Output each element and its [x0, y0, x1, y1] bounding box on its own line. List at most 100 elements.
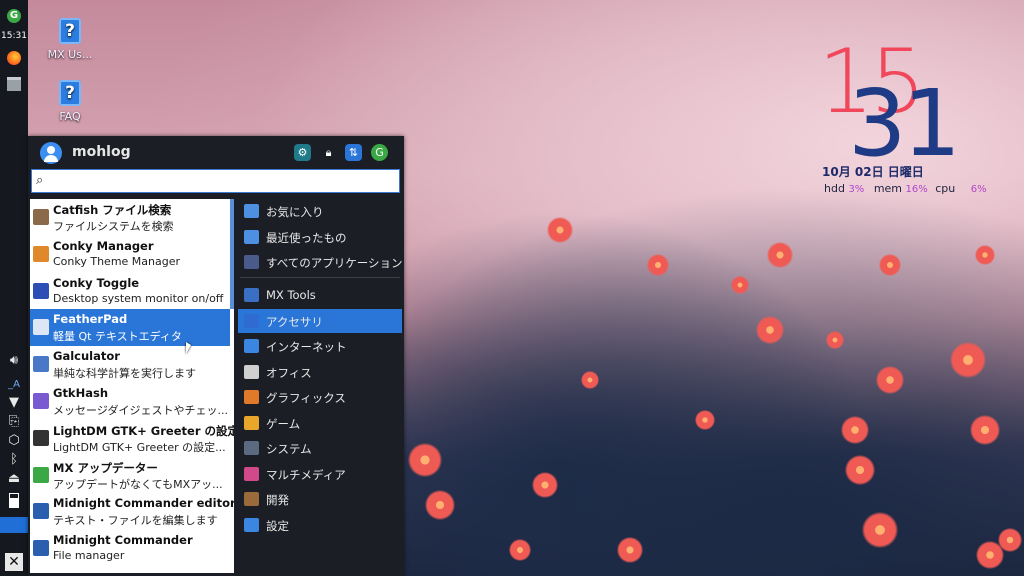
wallpaper-flower [581, 371, 599, 389]
lock-icon[interactable]: 🔒︎ [320, 144, 337, 161]
app-item[interactable]: Catfish ファイル検索 ファイルシステムを検索 [30, 199, 230, 236]
app-name: Conky Toggle [53, 275, 140, 290]
help-icon: ? [59, 80, 81, 106]
app-icon [33, 356, 49, 373]
category-item[interactable]: 開発 [238, 487, 402, 511]
settings-manager-icon[interactable]: ⚙ [294, 144, 311, 161]
battery-icon[interactable] [4, 490, 24, 510]
wallpaper-flower [841, 416, 869, 444]
category-label: マルチメディア [266, 467, 346, 482]
mouse-cursor [186, 342, 191, 354]
app-item[interactable]: Midnight Commander editor テキスト・ファイルを編集します [30, 493, 234, 530]
switch-user-icon[interactable]: ⇅ [345, 144, 362, 161]
category-label: 設定 [266, 518, 289, 533]
app-list-scrollbar[interactable] [230, 199, 234, 309]
wallpaper-flower [425, 490, 455, 520]
search-box[interactable]: ⌕ [31, 169, 400, 193]
category-label: アクセサリ [266, 314, 323, 329]
wallpaper-flower [695, 410, 715, 430]
app-item[interactable]: Midnight Commander File manager [30, 530, 230, 567]
cpu-value: 6% [970, 184, 987, 195]
category-label: MX Tools [266, 288, 316, 302]
category-icon [244, 364, 259, 379]
mx-menu-icon[interactable]: ✕ [5, 553, 23, 571]
conky-date: 10月 02日 日曜日 [822, 165, 924, 179]
clipboard-icon[interactable]: ⎘ [4, 411, 24, 431]
category-icon [244, 229, 259, 244]
wallpaper-flower [845, 455, 875, 485]
mx-update-icon[interactable]: G [4, 6, 24, 26]
app-icon [33, 245, 49, 262]
volume-icon[interactable]: 🔊︎ [4, 350, 24, 370]
user-avatar[interactable] [40, 142, 62, 164]
category-icon [244, 492, 259, 506]
category-icon [244, 339, 259, 353]
wallpaper-flower [509, 539, 531, 561]
desktop-icon-faq[interactable]: ? FAQ [40, 80, 100, 123]
application-menu: mohlog ⚙ 🔒︎ ⇅ G ⌕ Catfish ファイル検索 ファイルシステム… [28, 136, 404, 576]
app-name: Conky Manager [53, 238, 154, 253]
app-description: LightDM GTK+ Greeter の設定... [53, 440, 226, 454]
category-item[interactable]: MX Tools [238, 283, 402, 307]
desktop-icon-mx-user-manual[interactable]: ? MX Us... [40, 18, 100, 61]
app-icon [33, 466, 49, 483]
app-item[interactable]: LightDM GTK+ Greeter の設定 LightDM GTK+ Gre… [30, 420, 234, 457]
category-icon [244, 517, 259, 532]
category-item[interactable]: インターネット [238, 334, 402, 358]
app-icon [33, 429, 49, 446]
category-icon [244, 415, 259, 430]
category-item[interactable]: すべてのアプリケーション [238, 250, 403, 274]
conky-minute: 31 [848, 70, 961, 177]
bluetooth-icon[interactable]: ᛒ [4, 449, 24, 469]
category-item[interactable]: ゲーム [238, 411, 402, 435]
wallpaper-flower [647, 254, 669, 276]
category-icon [244, 288, 259, 302]
app-item[interactable]: FeatherPad 軽量 Qt テキストエディタ [30, 309, 230, 347]
wallpaper-flower [976, 541, 1004, 569]
category-item[interactable]: オフィス [238, 360, 402, 384]
category-item[interactable]: マルチメディア [238, 462, 402, 486]
category-item[interactable]: お気に入り [238, 199, 402, 223]
app-description: Conky Theme Manager [53, 254, 181, 268]
app-name: GtkHash [53, 386, 109, 400]
active-window-indicator[interactable] [0, 517, 28, 533]
app-item[interactable]: Conky Manager Conky Theme Manager [30, 236, 230, 273]
app-name: Galculator [53, 349, 120, 364]
file-manager-icon[interactable] [4, 74, 24, 94]
category-item[interactable]: システム [238, 436, 402, 460]
help-icon: ? [59, 18, 81, 44]
app-icon [33, 319, 49, 336]
app-description: アップデートがなくてもMXアッ... [53, 477, 223, 491]
app-list[interactable]: Catfish ファイル検索 ファイルシステムを検索 Conky Manager Co… [30, 199, 234, 573]
category-item[interactable]: グラフィックス [238, 385, 402, 409]
app-icon [33, 282, 49, 299]
category-icon [244, 441, 259, 455]
firefox-icon[interactable] [4, 48, 24, 68]
category-item[interactable]: 最近使ったもの [238, 225, 402, 249]
app-description: メッセージダイジェストやチェッ... [53, 404, 229, 417]
package-icon[interactable]: ⬡ [4, 430, 24, 450]
conky-stats: hdd 3% mem 16% cpu 6% [824, 182, 987, 195]
app-item[interactable]: MX アップデーター アップデートがなくてもMXアッ... [30, 457, 230, 494]
wallpaper-flower [408, 443, 442, 477]
category-label: グラフィックス [266, 391, 346, 405]
desktop-icon-label: MX Us... [47, 48, 93, 61]
category-item[interactable]: 設定 [238, 513, 402, 537]
category-icon [244, 255, 259, 269]
category-item[interactable]: アクセサリ [238, 308, 402, 333]
logout-icon[interactable]: G [371, 144, 388, 161]
category-label: 開発 [266, 493, 289, 507]
keyboard-layout-icon[interactable]: _A [4, 374, 24, 394]
app-item[interactable]: Conky Toggle Desktop system monitor on/of… [30, 273, 230, 310]
wallpaper-flower [532, 472, 558, 498]
network-icon[interactable]: ▼ [4, 392, 24, 412]
app-description: テキスト・ファイルを編集します [53, 514, 218, 528]
search-input[interactable] [50, 172, 394, 192]
eject-icon[interactable]: ⏏ [4, 468, 24, 488]
side-panel: G 15:31 🔊︎ _A ▼ ⎘ ⬡ ᛒ ⏏ ✕ [0, 0, 28, 576]
app-item[interactable]: GtkHash メッセージダイジェストやチェッ... [30, 383, 230, 420]
panel-clock[interactable]: 15:31 [0, 31, 28, 41]
search-icon: ⌕ [36, 173, 44, 188]
wallpaper-flower [767, 242, 793, 268]
app-item[interactable]: Galculator 単純な科学計算を実行します [30, 346, 230, 383]
